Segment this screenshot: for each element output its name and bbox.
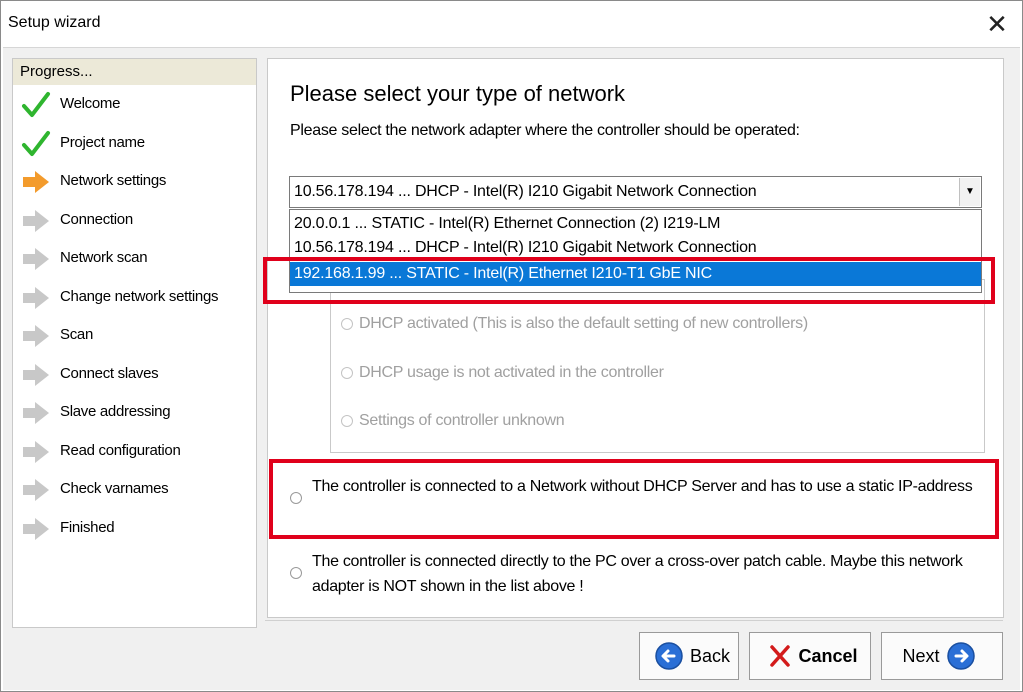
progress-step: Read configuration (13, 436, 256, 468)
page-subtitle: Please select the network adapter where … (290, 122, 800, 139)
back-button[interactable]: Back (639, 632, 739, 680)
progress-step-label: Connect slaves (60, 364, 159, 382)
dhcp-not-activated-label: DHCP usage is not activated in the contr… (359, 364, 664, 381)
dhcp-activated-label: DHCP activated (This is also the default… (359, 315, 808, 332)
arrow-right-icon (21, 168, 51, 196)
cancel-label: Cancel (798, 645, 858, 666)
progress-header: Progress... (13, 59, 256, 85)
close-icon[interactable]: ✕ (979, 7, 1015, 41)
check-icon (21, 130, 51, 158)
check-icon (21, 91, 51, 119)
progress-step-label: Scan (60, 326, 93, 343)
adapter-option[interactable]: 20.0.0.1 ... STATIC - Intel(R) Ethernet … (290, 212, 981, 236)
progress-step: Slave addressing (13, 397, 256, 429)
settings-unknown-radio[interactable]: Settings of controller unknown (341, 412, 565, 430)
crossover-cable-label: The controller is connected directly to … (312, 553, 963, 595)
progress-step-label: Connection (60, 210, 133, 228)
progress-step: Network settings (13, 166, 256, 198)
wizard-body: Progress... Welcome Project name Network s… (3, 47, 1020, 690)
cancel-x-icon (770, 645, 791, 667)
arrow-right-icon (21, 438, 51, 466)
radio-icon (341, 318, 353, 330)
progress-step-label: Slave addressing (60, 403, 171, 420)
progress-step-label: Check varnames (60, 480, 169, 497)
divider (265, 620, 1003, 621)
arrow-right-icon (21, 322, 51, 350)
progress-step-label: Finished (60, 518, 115, 536)
back-arrow-icon (655, 642, 683, 670)
next-arrow-icon (946, 642, 975, 670)
setup-wizard-window: Setup wizard ✕ Progress... Welcome Projec… (0, 0, 1023, 692)
progress-step: Connection (13, 205, 256, 237)
arrow-right-icon (21, 515, 51, 543)
progress-step-label: Welcome (60, 95, 121, 112)
network-adapter-select[interactable]: 10.56.178.194 ... DHCP - Intel(R) I210 G… (289, 176, 982, 208)
dhcp-options-group: DHCP activated (This is also the default… (330, 279, 985, 453)
radio-icon (341, 415, 353, 427)
window-title: Setup wizard (8, 14, 101, 31)
highlight-box-adapter (263, 257, 995, 304)
progress-step: Welcome (13, 89, 256, 121)
radio-icon (290, 567, 302, 579)
progress-step: Finished (13, 513, 256, 545)
progress-step: Network scan (13, 243, 256, 275)
progress-step-label: Change network settings (60, 287, 219, 305)
arrow-right-icon (21, 399, 51, 427)
dhcp-not-activated-radio[interactable]: DHCP usage is not activated in the contr… (341, 364, 664, 382)
back-label: Back (689, 645, 731, 666)
radio-icon (341, 367, 353, 379)
next-button[interactable]: Next (881, 632, 1003, 680)
progress-step: Change network settings (13, 282, 256, 314)
progress-step: Scan (13, 320, 256, 352)
arrow-right-icon (21, 245, 51, 273)
progress-step: Connect slaves (13, 359, 256, 391)
next-label: Next (902, 645, 940, 666)
progress-step-label: Network settings (60, 172, 167, 189)
settings-unknown-label: Settings of controller unknown (359, 412, 565, 429)
cancel-button[interactable]: Cancel (749, 632, 871, 680)
arrow-right-icon (21, 476, 51, 504)
button-bar: Back Cancel Next (3, 616, 1020, 690)
highlight-box-static-ip (269, 459, 999, 539)
dhcp-activated-radio[interactable]: DHCP activated (This is also the default… (341, 315, 808, 333)
adapter-select-value: 10.56.178.194 ... DHCP - Intel(R) I210 G… (294, 183, 757, 200)
chevron-down-icon[interactable]: ▼ (959, 178, 980, 206)
title-bar: Setup wizard ✕ (1, 1, 1022, 47)
progress-step-label: Project name (60, 133, 145, 151)
arrow-right-icon (21, 207, 51, 235)
progress-step-label: Read configuration (60, 441, 181, 459)
arrow-right-icon (21, 361, 51, 389)
progress-step: Check varnames (13, 474, 256, 506)
progress-step-label: Network scan (60, 249, 148, 266)
arrow-right-icon (21, 284, 51, 312)
page-title: Please select your type of network (290, 81, 626, 106)
progress-step: Project name (13, 128, 256, 160)
progress-sidebar: Progress... Welcome Project name Network s… (12, 58, 257, 628)
